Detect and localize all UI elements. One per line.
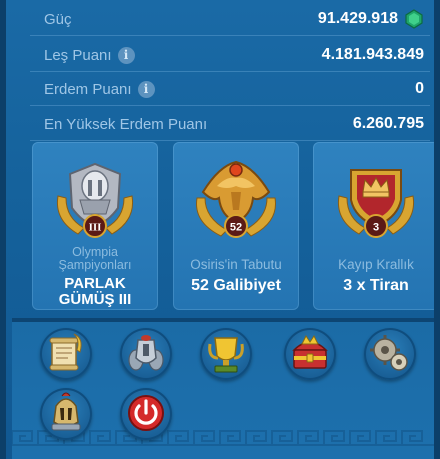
- badge-wins-text: 52: [230, 222, 242, 234]
- profile-panel: Güç 91.429.918 Leş Puanı i 4.181.943.849…: [0, 0, 440, 459]
- info-icon[interactable]: i: [117, 46, 135, 64]
- commanders-button[interactable]: [40, 388, 92, 440]
- achievement-cards: III Olympia Şampiyonları PARLAK GÜMÜŞ III …: [32, 142, 434, 312]
- badge-rank-text: III: [89, 222, 102, 234]
- stat-row-highest-merit: En Yüksek Erdem Puanı 6.260.795: [12, 107, 434, 141]
- trophy-icon: [208, 337, 244, 373]
- logout-button[interactable]: [120, 388, 172, 440]
- stat-value-power: 91.429.918: [318, 9, 424, 29]
- card-olympia[interactable]: III Olympia Şampiyonları PARLAK GÜMÜŞ III: [32, 142, 158, 310]
- card-value: 3 x Tiran: [343, 277, 409, 294]
- records-button[interactable]: [40, 328, 92, 380]
- crown-shield-badge-icon: 3: [337, 169, 415, 238]
- card-title: Kayıp Krallık: [338, 257, 414, 272]
- rewards-button[interactable]: [284, 328, 336, 380]
- silver-helmet-badge-icon: III: [56, 162, 134, 238]
- card-osiris[interactable]: 52 Osiris'in Tabutu 52 Galibiyet: [173, 142, 299, 310]
- stat-label-merit-points: Erdem Puanı i: [44, 80, 155, 98]
- stat-label-power: Güç: [44, 10, 72, 28]
- stat-row-merit-points: Erdem Puanı i 0: [12, 72, 434, 106]
- stat-row-kill-points: Leş Puanı i 4.181.943.849: [12, 38, 434, 72]
- commander-helmet-icon: [51, 392, 81, 431]
- green-gem-icon: [405, 9, 423, 29]
- card-title: Olympia Şampiyonları: [58, 245, 132, 272]
- card-title: Osiris'in Tabutu: [190, 257, 282, 272]
- achievements-button[interactable]: [200, 328, 252, 380]
- action-buttons: [12, 322, 434, 459]
- card-value: PARLAK GÜMÜŞ III: [58, 275, 132, 308]
- stat-value-merit-points: 0: [415, 80, 424, 97]
- stat-label-highest-merit: En Yüksek Erdem Puanı: [44, 115, 208, 133]
- scroll-quill-icon: [49, 333, 82, 371]
- stat-label-kill-points: Leş Puanı i: [44, 46, 135, 64]
- armies-button[interactable]: [120, 328, 172, 380]
- stat-value-kill-points: 4.181.943.849: [321, 46, 424, 63]
- info-icon[interactable]: i: [137, 80, 155, 98]
- settings-button[interactable]: [364, 328, 416, 380]
- stat-value-highest-merit: 6.260.795: [352, 115, 424, 132]
- stat-row-power: Güç 91.429.918: [12, 2, 434, 36]
- badge-count-text: 3: [373, 222, 379, 234]
- card-lost-kingdom[interactable]: 3 Kayıp Krallık 3 x Tiran: [313, 142, 434, 310]
- golden-phoenix-badge-icon: 52: [196, 160, 276, 238]
- treasure-chest-icon: [292, 335, 328, 369]
- armies-icon: [128, 335, 164, 371]
- card-value: 52 Galibiyet: [191, 277, 281, 294]
- power-icon: [128, 395, 164, 431]
- settings-gears-icon: [370, 335, 408, 371]
